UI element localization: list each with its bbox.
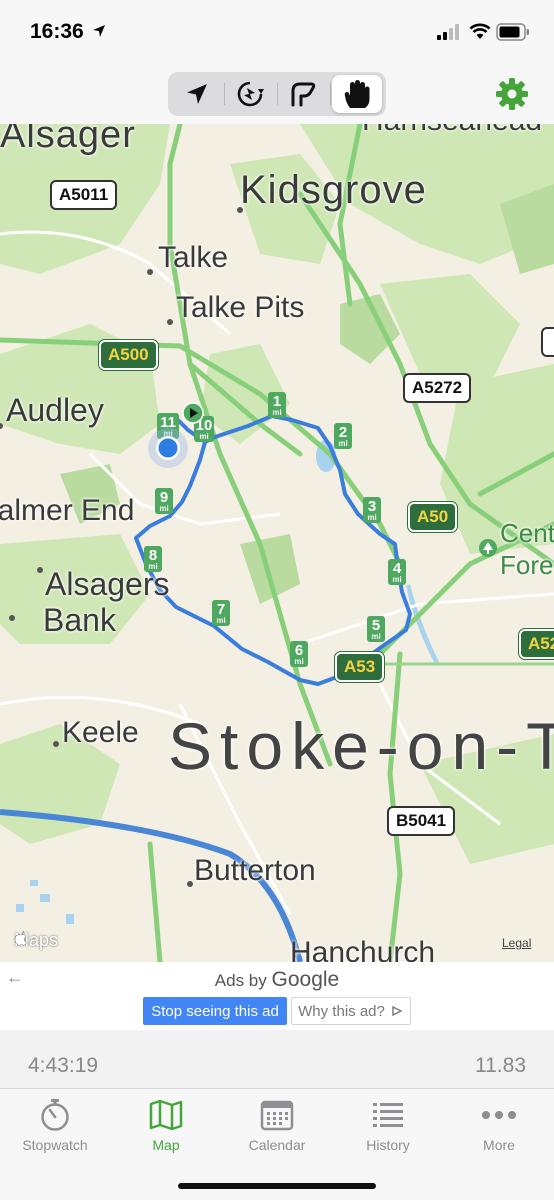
- mile-marker: 8 mi: [144, 546, 162, 572]
- mile-marker: 3 mi: [363, 497, 381, 523]
- place-label: Talke: [158, 241, 229, 274]
- hand-icon: [344, 80, 370, 108]
- tab-label: More: [483, 1137, 515, 1153]
- road-shield: A50: [408, 502, 458, 532]
- legal-link[interactable]: Legal: [502, 936, 531, 950]
- route-start-icon: [182, 402, 204, 424]
- why-this-ad-button[interactable]: Why this ad?: [291, 997, 411, 1025]
- tab-history[interactable]: History: [333, 1097, 443, 1161]
- place-label: Harriseahead: [362, 124, 542, 138]
- segment-location[interactable]: [172, 75, 222, 113]
- road-shield: B5041: [387, 806, 456, 836]
- apple-logo-icon: [14, 930, 27, 946]
- why-this-ad-label: Why this ad?: [298, 1002, 385, 1020]
- location-services-icon: [93, 25, 105, 37]
- road-shield: A5272: [403, 373, 472, 403]
- mile-marker: 2 mi: [334, 423, 352, 449]
- cellular-signal-icon: [437, 24, 459, 40]
- road-shield-partial: [541, 327, 554, 357]
- place-label: Audley: [6, 392, 104, 428]
- autopause-icon: [237, 81, 264, 107]
- segment-route[interactable]: [278, 75, 328, 113]
- mile-marker: 5 mi: [367, 616, 385, 642]
- ad-banner: ← Ads by Google Stop seeing this ad Why …: [0, 962, 554, 1030]
- status-bar: 16:36: [0, 0, 554, 66]
- distance-value: 11.83: [475, 1054, 526, 1077]
- top-toolbar: [0, 66, 554, 124]
- stopwatch-icon: [41, 1099, 69, 1131]
- tab-more[interactable]: More: [444, 1097, 554, 1161]
- place-label: Forest: [500, 550, 554, 580]
- place-label: Hanchurch: [290, 936, 436, 962]
- segment-manual[interactable]: [332, 75, 382, 113]
- app-screen: 16:36 Alsager Kidsgrove Talke Talke Pits…: [0, 0, 554, 1200]
- ad-by-label: Ads by: [214, 971, 267, 990]
- road-shield: A53: [335, 652, 385, 682]
- place-label: Halmer End: [0, 494, 135, 527]
- more-icon: [482, 1111, 516, 1119]
- tab-map[interactable]: Map: [111, 1097, 221, 1161]
- road-shield: A500: [99, 340, 158, 370]
- mile-marker: 7 mi: [212, 600, 230, 626]
- segment-autopause[interactable]: [225, 75, 275, 113]
- location-arrow-icon: [187, 84, 207, 104]
- mile-marker: 9 mi: [155, 488, 173, 514]
- home-indicator[interactable]: [178, 1183, 376, 1189]
- tab-label: History: [366, 1137, 410, 1153]
- gear-icon[interactable]: [495, 77, 529, 111]
- place-label: Keele: [62, 716, 139, 749]
- tab-label: Stopwatch: [22, 1137, 88, 1153]
- list-icon: [373, 1103, 403, 1127]
- activity-summary: 4:43:19 11.83: [0, 1030, 554, 1088]
- tab-stopwatch[interactable]: Stopwatch: [0, 1097, 110, 1161]
- battery-icon: [496, 23, 529, 41]
- tab-label: Map: [152, 1137, 180, 1153]
- mile-marker: 6 mi: [290, 641, 308, 667]
- maps-attribution: Maps: [14, 930, 58, 951]
- place-label: Stoke-on-Trent: [168, 709, 554, 783]
- elapsed-time: 4:43:19: [28, 1054, 99, 1077]
- stop-seeing-ad-button[interactable]: Stop seeing this ad: [143, 997, 287, 1025]
- place-label: Alsager: [0, 124, 136, 156]
- map-background: [0, 124, 554, 962]
- place-label: Talke Pits: [176, 291, 305, 324]
- road-shield: A5011: [50, 180, 118, 210]
- tab-label: Calendar: [248, 1137, 306, 1153]
- mile-marker: 1 mi: [268, 392, 286, 418]
- ad-choices-icon: [392, 1005, 403, 1017]
- wifi-icon: [469, 23, 491, 39]
- status-time: 16:36: [30, 20, 84, 43]
- place-label: Central: [500, 518, 554, 548]
- ad-attribution: Ads by Google: [0, 968, 554, 992]
- tab-calendar[interactable]: Calendar: [222, 1097, 332, 1161]
- map-view[interactable]: Alsager Kidsgrove Harriseahead Talke Tal…: [0, 124, 554, 962]
- mode-segmented-control: [168, 72, 386, 116]
- route-icon: [291, 82, 316, 107]
- calendar-icon: [260, 1100, 294, 1131]
- road-shield: A52: [519, 629, 554, 659]
- map-icon: [149, 1099, 183, 1131]
- mile-marker: 4 mi: [388, 559, 406, 585]
- current-location-icon: [148, 428, 188, 468]
- segment-divider: [330, 83, 331, 105]
- place-label: Butterton: [194, 854, 316, 887]
- place-label: Kidsgrove: [240, 168, 427, 212]
- ad-brand: Google: [271, 968, 340, 991]
- tree-icon: [479, 539, 497, 557]
- place-label: Bank: [43, 602, 116, 638]
